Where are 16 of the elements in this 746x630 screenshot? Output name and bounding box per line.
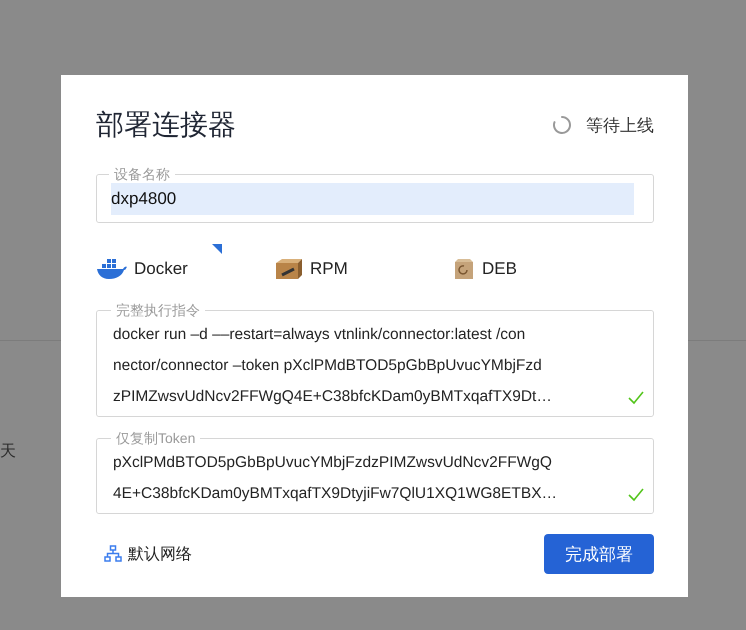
network-label[interactable]: 默认网络 — [128, 544, 192, 564]
package-option[interactable]: Docker — [96, 244, 274, 280]
loading-icon — [552, 115, 572, 135]
finish-button[interactable]: 完成部署 — [544, 534, 654, 574]
package-box-icon — [274, 258, 304, 280]
command-field[interactable]: 完整执行指令 docker run –d ––restart=always vtnlink/connector:latest /con nector/connector –token pXclPMdBTOD5pGbBpUvucYMbjFzd zPIMZwsvUdNcv2FFWgQ4E+C38bfcKDam0yBMTxqafTX9Dt… — [96, 301, 654, 417]
network-icon — [104, 545, 122, 563]
whale-icon — [96, 258, 128, 280]
device-name-field[interactable]: 设备名称 dxp4800 — [96, 165, 654, 223]
command-field[interactable]: 仅复制Token pXclPMdBTOD5pGbBpUvucYMbjFzdzPIMZwsvUdNcv2FFWgQ 4E+C38bfcKDam0yBMTxqafTX9DtyjiFw7QlU1XQ1WG8ETBX… — [96, 429, 654, 514]
status-text: 等待上线 — [586, 114, 654, 136]
background-text: 天 — [0, 443, 16, 460]
dialog-title: 部署连接器 — [96, 108, 236, 142]
package-box-icon — [452, 258, 476, 280]
package-option[interactable]: RPM — [274, 244, 452, 280]
package-option[interactable]: DEB — [452, 244, 630, 280]
